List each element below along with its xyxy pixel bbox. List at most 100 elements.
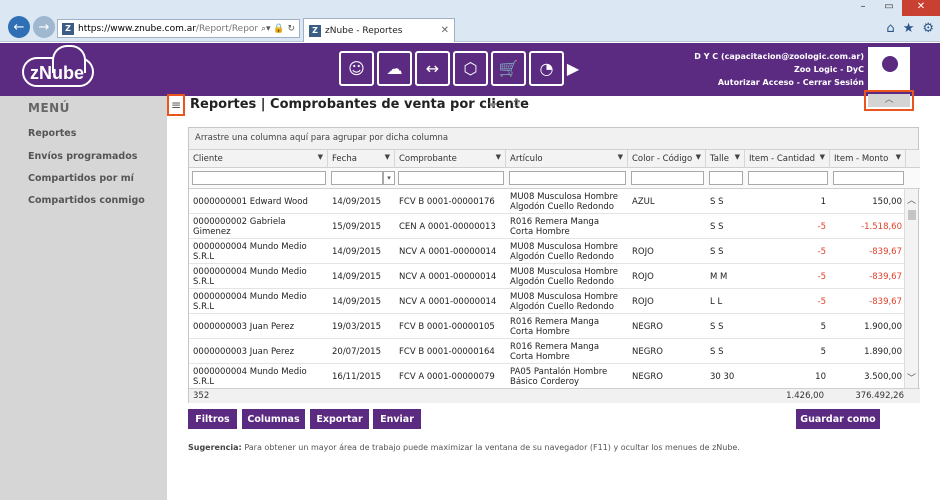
filter-input-cantidad[interactable]	[748, 171, 828, 185]
col-header-item-cantidad[interactable]: Item - Cantidad ▼	[745, 150, 830, 168]
hint-text: Sugerencia: Para obtener un mayor área d…	[188, 443, 740, 452]
cell-talle: 30 30	[710, 371, 735, 382]
column-filter-icon[interactable]: ▼	[496, 153, 501, 161]
browser-tab[interactable]: Z zNube - Reportes ✕	[303, 18, 455, 42]
scroll-thumb[interactable]	[908, 210, 916, 220]
filter-input-cliente[interactable]	[192, 171, 326, 185]
filter-input-monto[interactable]	[833, 171, 904, 185]
enviar-button[interactable]: Enviar	[373, 409, 421, 429]
date-picker-dropdown-icon[interactable]: ▾	[383, 171, 395, 185]
col-header-talle[interactable]: Talle ▼	[706, 150, 745, 168]
sidebar-item-compartidos-por-mi[interactable]: Compartidos por mí	[28, 173, 134, 184]
scroll-down-icon[interactable]: ﹀	[907, 371, 916, 384]
table-row[interactable]: 0000000004 Mundo Medio S.R.L 16/11/2015 FC…	[189, 364, 906, 388]
grid-body: 0000000001 Edward Wood 14/09/2015 FCV B 00…	[189, 189, 906, 388]
collapse-header-button[interactable]: ︿	[864, 90, 914, 111]
reports-pie-module-icon[interactable]: ◔	[529, 51, 564, 86]
minimize-icon[interactable]: –	[850, 0, 876, 16]
app-header: zNube ☺ ☁ ↔ ⬡ 🛒 ◔ ▶ D Y C (capacitacion@…	[0, 43, 940, 96]
filter-input-comprobante[interactable]	[398, 171, 504, 185]
cell-comprobante: FCV A 0001-00000079	[399, 371, 495, 382]
close-window-icon[interactable]: ✕	[902, 0, 940, 16]
user-name: D Y C (capacitacion@zoologic.com.ar)	[694, 52, 864, 61]
guardar-como-button[interactable]: Guardar como	[796, 409, 880, 429]
site-favicon-icon: Z	[62, 22, 74, 35]
cell-color: ROJO	[632, 271, 654, 282]
address-bar[interactable]: Z https://www.znube.com.ar/Report/Report…	[57, 19, 300, 38]
menu-toggle-hamburger-icon[interactable]: ≡	[167, 94, 185, 116]
cloud-settings-module-icon[interactable]: ☁	[377, 51, 412, 86]
cell-comprobante: FCV B 0001-00000164	[399, 346, 495, 357]
col-header-color[interactable]: Color - Código ▼	[628, 150, 706, 168]
window-controls: – ▭ ✕	[850, 0, 940, 16]
record-count: 352	[193, 391, 210, 401]
tab-close-icon[interactable]: ✕	[441, 25, 449, 36]
total-monto: 376.492,26	[855, 391, 904, 401]
col-header-articulo[interactable]: Artículo ▼	[506, 150, 628, 168]
filtros-button[interactable]: Filtros	[188, 409, 237, 429]
table-row[interactable]: 0000000004 Mundo Medio S.R.L 14/09/2015 NC…	[189, 264, 906, 289]
column-filter-icon[interactable]: ▼	[735, 153, 740, 161]
scroll-up-icon[interactable]: ︿	[907, 193, 916, 206]
settings-gear-icon[interactable]: ⚙	[922, 21, 934, 36]
users-module-icon[interactable]: ☺	[339, 51, 374, 86]
cell-fecha: 19/03/2015	[332, 321, 381, 332]
table-row[interactable]: 0000000004 Mundo Medio S.R.L 14/09/2015 NC…	[189, 239, 906, 264]
cell-fecha: 14/09/2015	[332, 296, 381, 307]
column-filter-icon[interactable]: ▼	[896, 153, 901, 161]
modules-next-arrow-icon[interactable]: ▶	[567, 51, 579, 86]
cell-cantidad: 1	[820, 196, 826, 207]
group-by-drop-zone[interactable]: Arrastre una columna aquí para agrupar p…	[189, 128, 918, 150]
column-filter-icon[interactable]: ▼	[820, 153, 825, 161]
exportar-button[interactable]: Exportar	[310, 409, 369, 429]
column-filter-icon[interactable]: ▼	[618, 153, 623, 161]
columnas-button[interactable]: Columnas	[242, 409, 305, 429]
sidebar-item-reportes[interactable]: Reportes	[28, 128, 76, 139]
znube-logo[interactable]: zNube	[22, 45, 96, 89]
column-filter-icon[interactable]: ▼	[696, 153, 701, 161]
column-filter-icon[interactable]: ▼	[385, 153, 390, 161]
maximize-icon[interactable]: ▭	[876, 0, 902, 16]
filter-input-articulo[interactable]	[509, 171, 626, 185]
filter-input-talle[interactable]	[709, 171, 743, 185]
favorite-star-icon[interactable]: ☆	[510, 96, 523, 112]
vertical-scrollbar[interactable]: ︿ ﹀	[904, 189, 918, 388]
home-icon[interactable]: ⌂	[886, 21, 894, 36]
col-header-cliente[interactable]: Cliente ▼	[189, 150, 328, 168]
filter-input-fecha[interactable]	[331, 171, 383, 185]
table-row[interactable]: 0000000001 Edward Wood 14/09/2015 FCV B 00…	[189, 189, 906, 214]
sidebar-item-envios-programados[interactable]: Envíos programados	[28, 151, 137, 162]
cell-fecha: 14/09/2015	[332, 271, 381, 282]
forward-button[interactable]: →	[33, 16, 55, 38]
table-row[interactable]: 0000000002 Gabriela Gimenez 15/09/2015 CEN…	[189, 214, 906, 239]
avatar-user-icon	[882, 56, 898, 72]
back-button[interactable]: ←	[8, 16, 30, 38]
cell-color: NEGRO	[632, 346, 663, 357]
avatar[interactable]	[868, 47, 910, 91]
cart-module-icon[interactable]: 🛒	[491, 51, 526, 86]
cell-color: NEGRO	[632, 321, 663, 332]
table-row[interactable]: 0000000004 Mundo Medio S.R.L 14/09/2015 NC…	[189, 289, 906, 314]
browser-toolbar-icons: ⌂ ★ ⚙	[886, 21, 934, 36]
col-header-comprobante[interactable]: Comprobante ▼	[395, 150, 506, 168]
cell-talle: S S	[710, 221, 724, 232]
column-filter-icon[interactable]: ▼	[318, 153, 323, 161]
table-row[interactable]: 0000000003 Juan Perez 19/03/2015 FCV B 000…	[189, 314, 906, 339]
filter-input-color[interactable]	[631, 171, 704, 185]
box-module-icon[interactable]: ⬡	[453, 51, 488, 86]
measure-module-icon[interactable]: ↔	[415, 51, 450, 86]
filter-icon[interactable]: ⏷	[488, 98, 498, 113]
sidebar-title: MENÚ	[28, 101, 70, 115]
address-actions[interactable]: ⌕▾ 🔒 ↻	[261, 24, 295, 34]
col-header-fecha[interactable]: Fecha ▼	[328, 150, 395, 168]
cell-talle: M M	[710, 271, 728, 282]
sidebar: MENÚ Reportes Envíos programados Compart…	[0, 96, 167, 500]
sidebar-item-compartidos-conmigo[interactable]: Compartidos conmigo	[28, 195, 145, 206]
favorites-star-icon[interactable]: ★	[903, 21, 915, 36]
grid-footer: 352 1.426,00 376.492,26	[189, 388, 920, 403]
cell-color: NEGRO	[632, 371, 663, 382]
col-header-item-monto[interactable]: Item - Monto ▼	[830, 150, 906, 168]
session-links[interactable]: Autorizar Acceso - Cerrar Sesión	[694, 76, 864, 89]
table-row[interactable]: 0000000003 Juan Perez 20/07/2015 FCV B 000…	[189, 339, 906, 364]
cell-cantidad: -5	[817, 271, 826, 282]
